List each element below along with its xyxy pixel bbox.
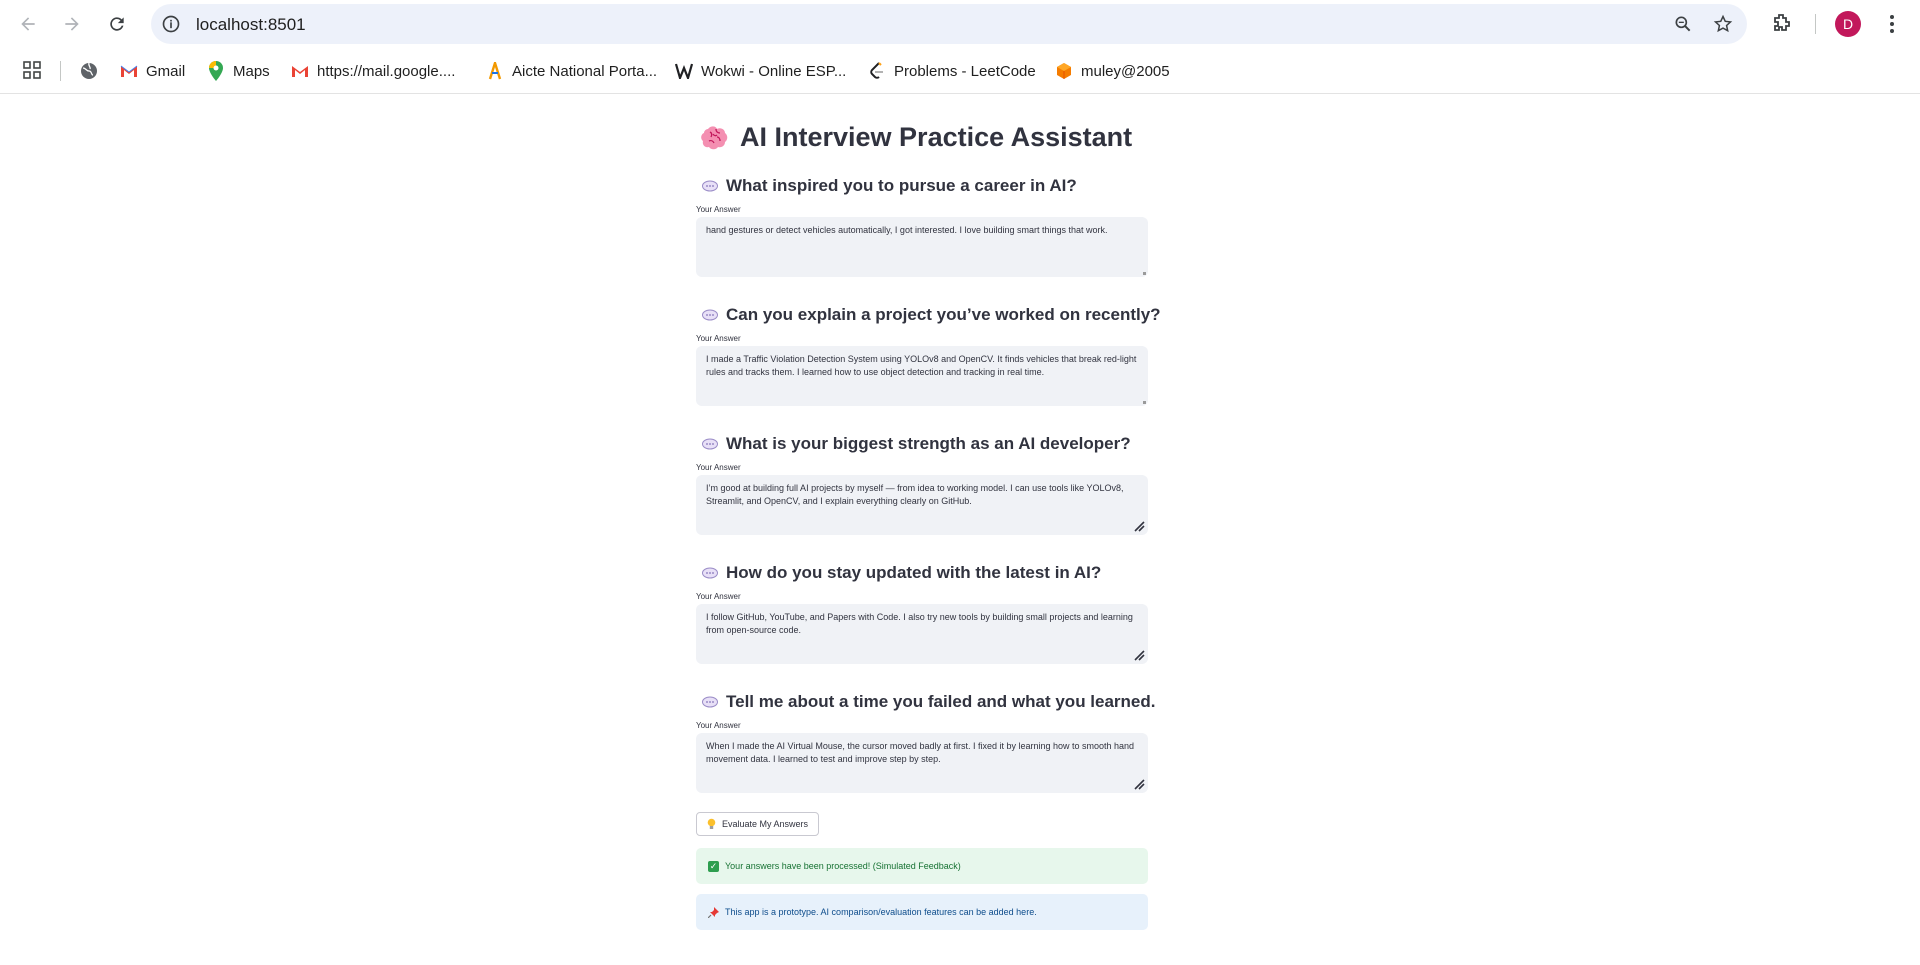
bookmark-gmail[interactable]: Gmail [120, 58, 185, 84]
answer-label: Your Answer [696, 721, 741, 730]
arrow-right-icon [65, 17, 79, 31]
bookmark-wokwi[interactable]: Wokwi - Online ESP... [675, 58, 846, 84]
answer-textarea[interactable]: When I made the AI Virtual Mouse, the cu… [696, 733, 1148, 793]
lightbulb-icon [707, 818, 716, 829]
thought-bubble-icon [702, 309, 718, 321]
answer-text[interactable]: I made a Traffic Violation Detection Sys… [706, 354, 1136, 377]
gmail-icon [120, 62, 138, 80]
bookmark-label: Aicte National Porta... [512, 62, 658, 80]
bookmark-muley[interactable]: muley@2005 [1055, 58, 1170, 84]
bookmark-maps[interactable]: Maps [207, 58, 270, 84]
answer-text[interactable]: When I made the AI Virtual Mouse, the cu… [706, 741, 1134, 764]
question-heading: Tell me about a time you failed and what… [700, 692, 1156, 712]
success-alert: ✓ Your answers have been processed! (Sim… [696, 848, 1148, 884]
bookmarks-divider [60, 61, 61, 81]
zoom-icon[interactable] [1673, 14, 1693, 34]
resize-handle-icon[interactable] [1133, 520, 1145, 532]
question-heading: Can you explain a project you’ve worked … [700, 305, 1161, 325]
bookmark-leetcode[interactable]: Problems - LeetCode [868, 58, 1036, 84]
thought-bubble-icon [702, 180, 718, 192]
resize-handle[interactable] [1143, 401, 1146, 404]
bookmark-aicte[interactable]: Aicte National Porta... [486, 58, 657, 84]
extensions-icon[interactable] [1770, 12, 1794, 36]
evaluate-button[interactable]: Evaluate My Answers [696, 812, 820, 836]
forward-button[interactable] [58, 10, 86, 38]
answer-label: Your Answer [696, 592, 741, 601]
apps-grid-icon[interactable] [22, 60, 42, 80]
answer-label: Your Answer [696, 463, 741, 472]
answer-label: Your Answer [696, 334, 741, 343]
kebab-menu-icon[interactable] [1880, 12, 1904, 36]
address-bar[interactable]: localhost:8501 [151, 4, 1747, 44]
pushpin-icon [708, 906, 719, 918]
resize-handle-icon[interactable] [1133, 649, 1145, 661]
brain-icon [701, 125, 728, 149]
answer-textarea[interactable]: I’m good at building full AI projects by… [696, 475, 1148, 535]
question-heading: What is your biggest strength as an AI d… [700, 434, 1131, 454]
url-text[interactable]: localhost:8501 [196, 15, 306, 35]
gmail-icon [291, 62, 309, 80]
resize-handle-icon[interactable] [1133, 778, 1145, 790]
bookmark-star-icon[interactable] [1713, 14, 1733, 34]
info-alert: This app is a prototype. AI comparison/e… [696, 894, 1148, 930]
thought-bubble-icon [702, 567, 718, 579]
bookmark-mail-google[interactable]: https://mail.google.... [291, 58, 455, 84]
question-heading: How do you stay updated with the latest … [700, 563, 1101, 583]
page-title-text: AI Interview Practice Assistant [740, 122, 1133, 152]
question-text: Can you explain a project you’ve worked … [726, 305, 1161, 324]
reload-icon [110, 17, 124, 31]
leetcode-icon [868, 62, 886, 80]
profile-avatar[interactable]: D [1835, 11, 1861, 37]
question-text: Tell me about a time you failed and what… [726, 692, 1156, 711]
success-message: Your answers have been processed! (Simul… [725, 861, 961, 871]
aicte-icon [486, 62, 504, 80]
answer-text[interactable]: I follow GitHub, YouTube, and Papers wit… [706, 612, 1133, 635]
cube-icon [1055, 62, 1073, 80]
bookmarks-bar: Gmail Maps https://mail.google.... Aicte… [0, 48, 1920, 94]
answer-text[interactable]: I’m good at building full AI projects by… [706, 483, 1124, 506]
answer-textarea[interactable]: I follow GitHub, YouTube, and Papers wit… [696, 604, 1148, 664]
reload-button[interactable] [103, 10, 131, 38]
question-heading: What inspired you to pursue a career in … [700, 176, 1077, 196]
back-button[interactable] [14, 10, 42, 38]
info-message: This app is a prototype. AI comparison/e… [725, 907, 1037, 917]
resize-handle[interactable] [1143, 272, 1146, 275]
bookmark-label: Maps [233, 62, 270, 80]
bookmark-label: Gmail [146, 62, 186, 80]
answer-text[interactable]: hand gestures or detect vehicles automat… [706, 225, 1108, 235]
question-text: What inspired you to pursue a career in … [726, 176, 1077, 195]
maps-icon [207, 61, 225, 81]
thought-bubble-icon [702, 438, 718, 450]
evaluate-button-label: Evaluate My Answers [722, 819, 809, 829]
question-text: What is your biggest strength as an AI d… [726, 434, 1131, 453]
bookmark-globe[interactable] [80, 58, 98, 84]
toolbar-divider [1815, 14, 1816, 34]
answer-label: Your Answer [696, 205, 741, 214]
page-title: AI Interview Practice Assistant [700, 122, 1132, 153]
checkmark-icon: ✓ [708, 860, 719, 872]
wokwi-icon [675, 62, 693, 80]
site-info-icon[interactable] [161, 14, 181, 34]
question-text: How do you stay updated with the latest … [726, 563, 1102, 582]
bookmark-label: Problems - LeetCode [894, 62, 1036, 80]
bookmark-label: https://mail.google.... [317, 62, 456, 80]
thought-bubble-icon [702, 696, 718, 708]
browser-toolbar: localhost:8501 D [0, 0, 1920, 48]
answer-textarea[interactable]: I made a Traffic Violation Detection Sys… [696, 346, 1148, 406]
globe-icon [80, 62, 98, 80]
bookmark-label: muley@2005 [1081, 62, 1170, 80]
answer-textarea[interactable]: hand gestures or detect vehicles automat… [696, 217, 1148, 277]
bookmark-label: Wokwi - Online ESP... [701, 62, 847, 80]
arrow-left-icon [21, 17, 35, 31]
